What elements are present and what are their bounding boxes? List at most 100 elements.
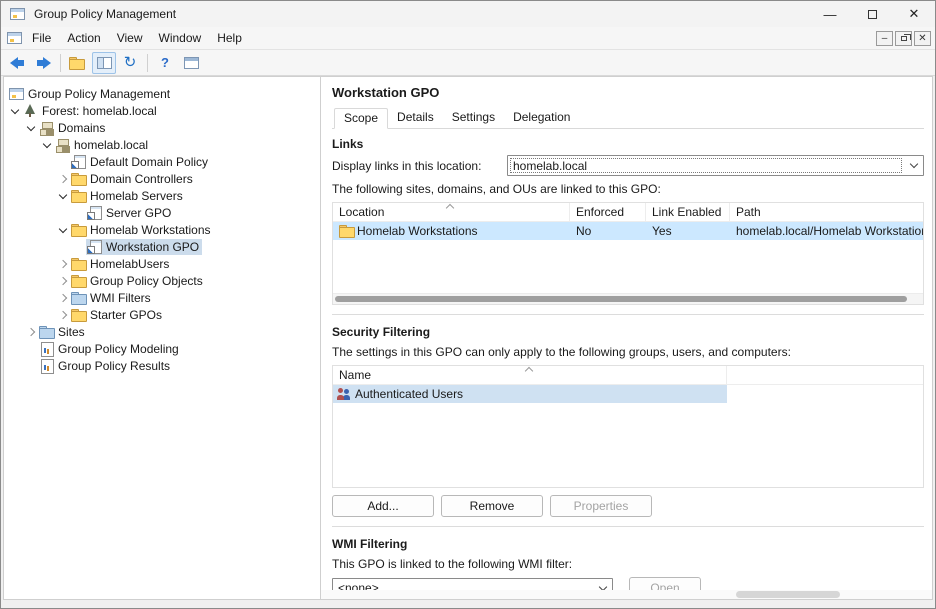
tree-item-wmi-filters[interactable]: WMI Filters [4, 289, 320, 306]
forest-icon [23, 104, 38, 118]
chevron-right-icon[interactable] [56, 172, 70, 186]
chevron-down-icon[interactable] [24, 121, 38, 135]
chevron-right-icon[interactable] [56, 257, 70, 271]
tree-item-starter-gpos[interactable]: Starter GPOs [4, 306, 320, 323]
links-table-horizontal-scrollbar[interactable] [333, 293, 923, 304]
tree-item-domain-controllers[interactable]: Domain Controllers [4, 170, 320, 187]
sites-icon [39, 325, 54, 339]
tree-item-label: Workstation GPO [106, 240, 199, 254]
combobox-dropdown-button[interactable] [904, 156, 923, 175]
tree-item-default-domain-policy[interactable]: Default Domain Policy [4, 153, 320, 170]
expander-spacer [56, 155, 70, 169]
tree-item-homelab-workstations[interactable]: Homelab Workstations [4, 221, 320, 238]
new-window-button[interactable] [179, 52, 203, 74]
chevron-down-icon[interactable] [56, 189, 70, 203]
chevron-down-icon[interactable] [8, 104, 22, 118]
chevron-right-icon[interactable] [56, 291, 70, 305]
mdi-close-button[interactable]: ✕ [914, 31, 931, 46]
mdi-window-controls: – ✕ [876, 31, 931, 46]
wmi-filters-icon [71, 291, 86, 305]
tree-item-label: Forest: homelab.local [42, 104, 157, 118]
forward-button[interactable] [31, 52, 55, 74]
refresh-button[interactable]: ↻ [118, 52, 142, 74]
tab-scope[interactable]: Scope [334, 108, 388, 129]
security-table-row[interactable]: Authenticated Users [333, 385, 727, 403]
help-button[interactable]: ? [153, 52, 177, 74]
tree-item-sites[interactable]: Sites [4, 323, 320, 340]
users-group-icon [337, 387, 352, 401]
menu-help[interactable]: Help [209, 28, 250, 48]
column-header-enforced[interactable]: Enforced [570, 203, 646, 221]
column-header-label: Link Enabled [652, 205, 721, 219]
scrollbar-thumb[interactable] [335, 296, 907, 302]
tree-item-forest[interactable]: Forest: homelab.local [4, 102, 320, 119]
links-table: Location Enforced Link Enabled Path Home… [332, 202, 924, 305]
chevron-down-icon[interactable] [40, 138, 54, 152]
mdi-minimize-button[interactable]: – [876, 31, 893, 46]
domains-icon [39, 121, 54, 135]
tree-item-label: Group Policy Results [58, 359, 170, 373]
menu-window[interactable]: Window [151, 28, 210, 48]
tree-item-label: Server GPO [106, 206, 171, 220]
tree-item-group-policy-objects[interactable]: Group Policy Objects [4, 272, 320, 289]
chevron-right-icon[interactable] [56, 308, 70, 322]
remove-button[interactable]: Remove [441, 495, 543, 517]
maximize-button[interactable] [851, 1, 893, 27]
scrollbar-thumb[interactable] [736, 591, 840, 598]
ou-icon [71, 223, 86, 237]
menu-action[interactable]: Action [59, 28, 108, 48]
menu-view[interactable]: View [109, 28, 151, 48]
tree-item-server-gpo[interactable]: Server GPO [4, 204, 320, 221]
close-button[interactable]: ✕ [893, 1, 935, 27]
show-console-tree-button[interactable] [92, 52, 116, 74]
toolbar-separator [147, 54, 148, 72]
tab-details[interactable]: Details [388, 108, 443, 128]
column-header-label: Enforced [576, 205, 624, 219]
gpo-folder-icon [71, 274, 86, 288]
ou-icon [71, 189, 86, 203]
tree-item-domains[interactable]: Domains [4, 119, 320, 136]
location-combobox[interactable]: homelab.local [507, 155, 924, 176]
tab-settings[interactable]: Settings [443, 108, 504, 128]
tree-item-group-policy-management[interactable]: Group Policy Management [4, 85, 320, 102]
tree-item-domain-homelab-local[interactable]: homelab.local [4, 136, 320, 153]
column-header-link-enabled[interactable]: Link Enabled [646, 203, 730, 221]
up-one-level-button[interactable] [66, 52, 90, 74]
tree-item-homelab-servers[interactable]: Homelab Servers [4, 187, 320, 204]
chevron-down-icon [909, 160, 917, 168]
tree-item-workstation-gpo[interactable]: Workstation GPO [4, 238, 320, 255]
security-buttons-row: Add... Remove Properties [332, 495, 924, 517]
cell-link-enabled: Yes [646, 222, 730, 240]
minimize-button[interactable]: — [809, 1, 851, 27]
tree-item-label: Group Policy Modeling [58, 342, 179, 356]
tree-item-group-policy-modeling[interactable]: Group Policy Modeling [4, 340, 320, 357]
column-header-label: Name [339, 368, 371, 382]
menu-file[interactable]: File [24, 28, 59, 48]
column-header-path[interactable]: Path [730, 203, 923, 221]
refresh-icon: ↻ [124, 55, 137, 70]
chevron-right-icon[interactable] [24, 325, 38, 339]
back-arrow-icon [10, 57, 25, 69]
add-button[interactable]: Add... [332, 495, 434, 517]
detail-pane-horizontal-scrollbar[interactable] [321, 590, 932, 599]
tree-item-label: Group Policy Management [28, 87, 170, 101]
cell-location: Homelab Workstations [333, 222, 570, 240]
cell-text: Homelab Workstations [357, 224, 478, 238]
links-table-row[interactable]: Homelab Workstations No Yes homelab.loca… [333, 222, 923, 240]
column-header-name[interactable]: Name [333, 366, 727, 384]
console-menu-icon[interactable] [7, 31, 22, 45]
tree-item-group-policy-results[interactable]: Group Policy Results [4, 357, 320, 374]
toolbar: ↻ ? [1, 50, 935, 76]
chevron-right-icon[interactable] [56, 274, 70, 288]
links-section: Links Display links in this location: ho… [332, 137, 924, 305]
tab-delegation[interactable]: Delegation [504, 108, 579, 128]
chevron-down-icon[interactable] [56, 223, 70, 237]
back-button[interactable] [5, 52, 29, 74]
location-combobox-value: homelab.local [508, 156, 904, 175]
column-header-location[interactable]: Location [333, 203, 570, 221]
gpo-title: Workstation GPO [332, 85, 924, 100]
mdi-restore-button[interactable] [895, 31, 912, 46]
properties-button[interactable]: Properties [550, 495, 652, 517]
restore-icon [901, 36, 907, 41]
tree-item-homelabusers[interactable]: HomelabUsers [4, 255, 320, 272]
